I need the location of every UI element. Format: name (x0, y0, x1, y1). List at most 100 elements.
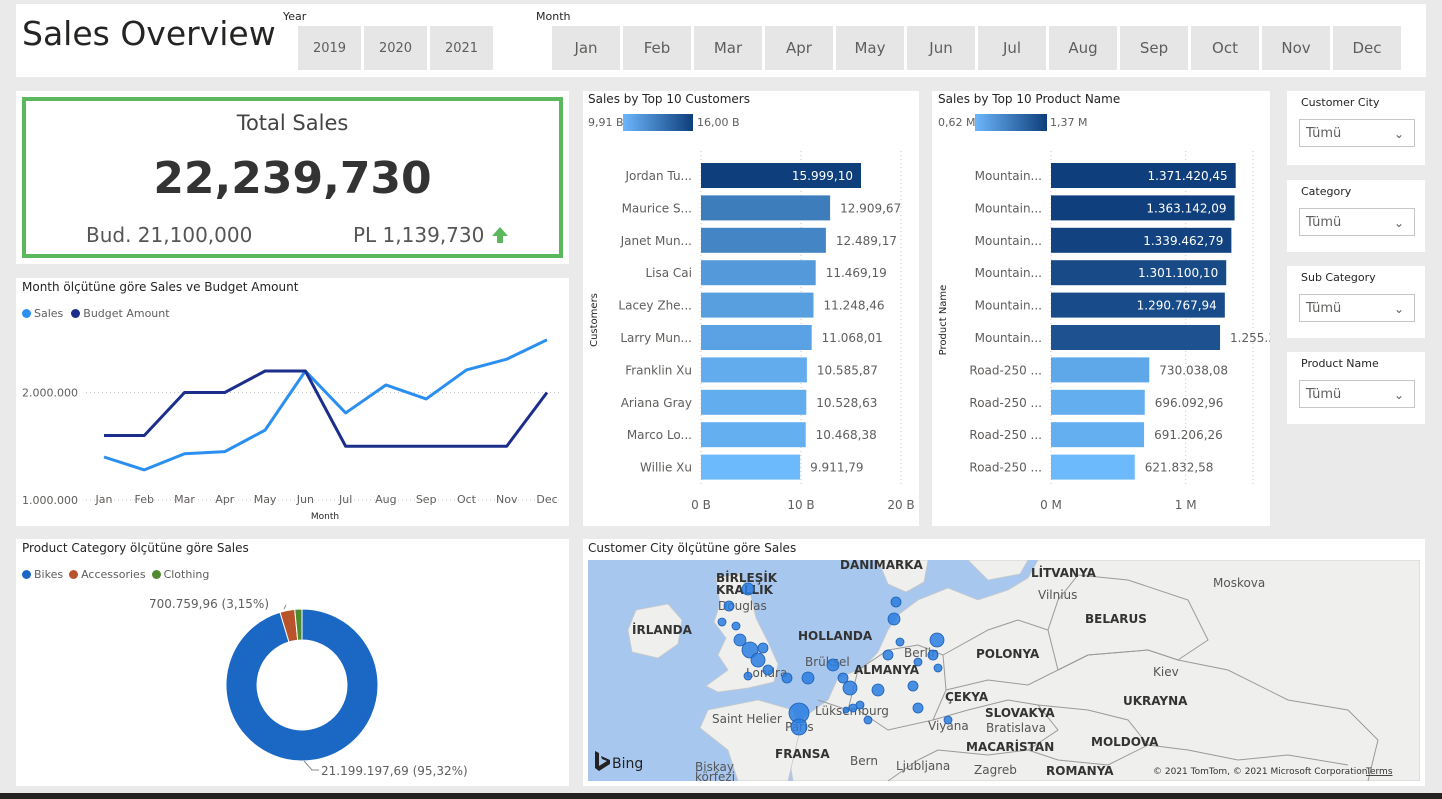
map-bubble[interactable] (842, 680, 858, 696)
filter-label: Sub Category (1301, 271, 1376, 284)
products-bar-plot[interactable]: 0 M 1 M Product Name Mountain... 1.371.420,4… (932, 91, 1270, 526)
year-button-2020[interactable]: 2020 (364, 26, 427, 70)
month-button-mar[interactable]: Mar (694, 26, 762, 70)
map-bubble[interactable] (717, 617, 727, 627)
x-tick-label: Oct (457, 493, 477, 506)
map-copyright: © 2021 TomTom, © 2021 Microsoft Corporat… (1153, 767, 1367, 777)
arrow-up-icon (492, 227, 509, 243)
month-button-dec[interactable]: Dec (1333, 26, 1401, 70)
data-label: 15.999,10 (792, 169, 853, 183)
month-button-jun[interactable]: Jun (907, 26, 975, 70)
bar[interactable] (701, 292, 814, 318)
month-button-oct[interactable]: Oct (1191, 26, 1259, 70)
month-button-feb[interactable]: Feb (623, 26, 691, 70)
category-label: Mountain... (975, 331, 1042, 345)
map-bubble[interactable] (750, 652, 766, 668)
bar[interactable] (701, 389, 807, 415)
x-tick-label: 20 B (887, 498, 914, 512)
category-label: Larry Mun... (620, 331, 692, 345)
year-button-2021[interactable]: 2021 (430, 26, 493, 70)
bar[interactable] (701, 227, 826, 253)
customer-city-dropdown[interactable]: Tümü ⌄ (1299, 119, 1415, 147)
map-bubble[interactable] (907, 680, 919, 692)
bar[interactable] (701, 325, 812, 350)
map-bubble[interactable] (762, 664, 774, 676)
map-bubble[interactable] (757, 642, 769, 654)
data-label: 10.468,38 (816, 428, 877, 442)
bar[interactable] (701, 195, 831, 221)
category-label: Mountain... (975, 201, 1042, 215)
map-bubble[interactable] (933, 663, 943, 673)
month-button-aug[interactable]: Aug (1049, 26, 1117, 70)
month-button-apr[interactable]: Apr (765, 26, 833, 70)
kpi-card: Total Sales 22,239,730 Bud. 21,100,000 P… (16, 91, 569, 264)
customers-bar-plot[interactable]: 0 B 10 B 20 B Customers Jordan Tu... 15.999,1… (583, 91, 919, 526)
data-label: 10.585,87 (817, 363, 878, 377)
bar[interactable] (1051, 325, 1221, 350)
line-chart-plot[interactable]: 1.000.000 2.000.000 Jan Feb Mar Apr May Jun Jul A… (16, 278, 569, 526)
year-button-2019[interactable]: 2019 (298, 26, 361, 70)
map-bubble[interactable] (781, 672, 793, 684)
map-bubble[interactable] (723, 600, 735, 612)
category-dropdown[interactable]: Tümü ⌄ (1299, 208, 1415, 236)
bar[interactable] (701, 454, 801, 480)
product-name-dropdown[interactable]: Tümü ⌄ (1299, 380, 1415, 408)
map-bubble[interactable] (731, 621, 741, 631)
x-tick-label: 1 M (1175, 498, 1197, 512)
map-plot[interactable]: DANİMARKABİRLEŞİKKRALLIKİRLANDAHOLLANDAA… (588, 560, 1420, 781)
month-button-jan[interactable]: Jan (552, 26, 620, 70)
map-label-slovakia: SLOVAKYA (985, 706, 1055, 720)
bar[interactable] (701, 357, 807, 383)
month-button-jul[interactable]: Jul (978, 26, 1046, 70)
bottom-strip (0, 793, 1442, 799)
data-label: 11.248,46 (823, 299, 884, 313)
map-bubble[interactable] (741, 582, 755, 596)
bar[interactable] (1051, 357, 1150, 383)
map-bubble[interactable] (895, 637, 905, 647)
map-bubble[interactable] (912, 702, 924, 714)
year-slicer-label: Year (283, 10, 307, 23)
map-bubble[interactable] (890, 596, 902, 608)
map-bubble[interactable] (863, 715, 873, 725)
map-bubble[interactable] (848, 703, 858, 713)
x-tick-label: Aug (375, 493, 396, 506)
filter-product-name: Product Name Tümü ⌄ (1287, 352, 1425, 424)
donut-plot[interactable]: 700.759,96 (3,15%) 21.199.197,69 (95,32%) (16, 539, 569, 786)
category-label: Mountain... (975, 299, 1042, 313)
month-button-nov[interactable]: Nov (1262, 26, 1330, 70)
page-title: Sales Overview (22, 14, 276, 53)
category-label: Road-250 ... (969, 396, 1042, 410)
data-label: 1.290.767,94 (1137, 299, 1217, 313)
map-label-bratislava: Bratislava (986, 721, 1046, 735)
bar[interactable] (1051, 389, 1145, 415)
chevron-down-icon: ⌄ (1393, 388, 1404, 402)
x-tick-label: 10 B (787, 498, 814, 512)
month-button-may[interactable]: May (836, 26, 904, 70)
bar[interactable] (701, 260, 816, 286)
map-bubble[interactable] (826, 658, 840, 672)
map-label-ljubljana: Ljubljana (896, 759, 950, 773)
map-bubble[interactable] (913, 657, 923, 667)
map-bubble[interactable] (801, 671, 815, 685)
bar[interactable] (1051, 422, 1145, 448)
line-series-budget-amount[interactable] (104, 369, 549, 448)
map-bubble[interactable] (927, 649, 939, 661)
map-bubble[interactable] (743, 671, 753, 681)
bar[interactable] (701, 422, 806, 448)
map-bubble[interactable] (871, 683, 885, 697)
map-bubble[interactable] (842, 706, 850, 714)
data-label: 730.038,08 (1159, 363, 1228, 377)
map-bubble[interactable] (882, 649, 894, 661)
month-button-sep[interactable]: Sep (1120, 26, 1188, 70)
sub-category-dropdown[interactable]: Tümü ⌄ (1299, 294, 1415, 322)
map-label-germany: ALMANYA (854, 663, 920, 677)
map-bubble[interactable] (887, 612, 901, 626)
map-bubble[interactable] (790, 718, 808, 736)
map-terms-link[interactable]: Terms (1365, 767, 1393, 777)
map-bubble[interactable] (929, 632, 945, 648)
map-title: Customer City ölçütüne göre Sales (588, 541, 797, 555)
map-bubble[interactable] (943, 715, 953, 725)
bar[interactable] (1051, 454, 1135, 480)
x-tick-label: Dec (536, 493, 557, 506)
line-series-sales[interactable] (103, 338, 548, 472)
